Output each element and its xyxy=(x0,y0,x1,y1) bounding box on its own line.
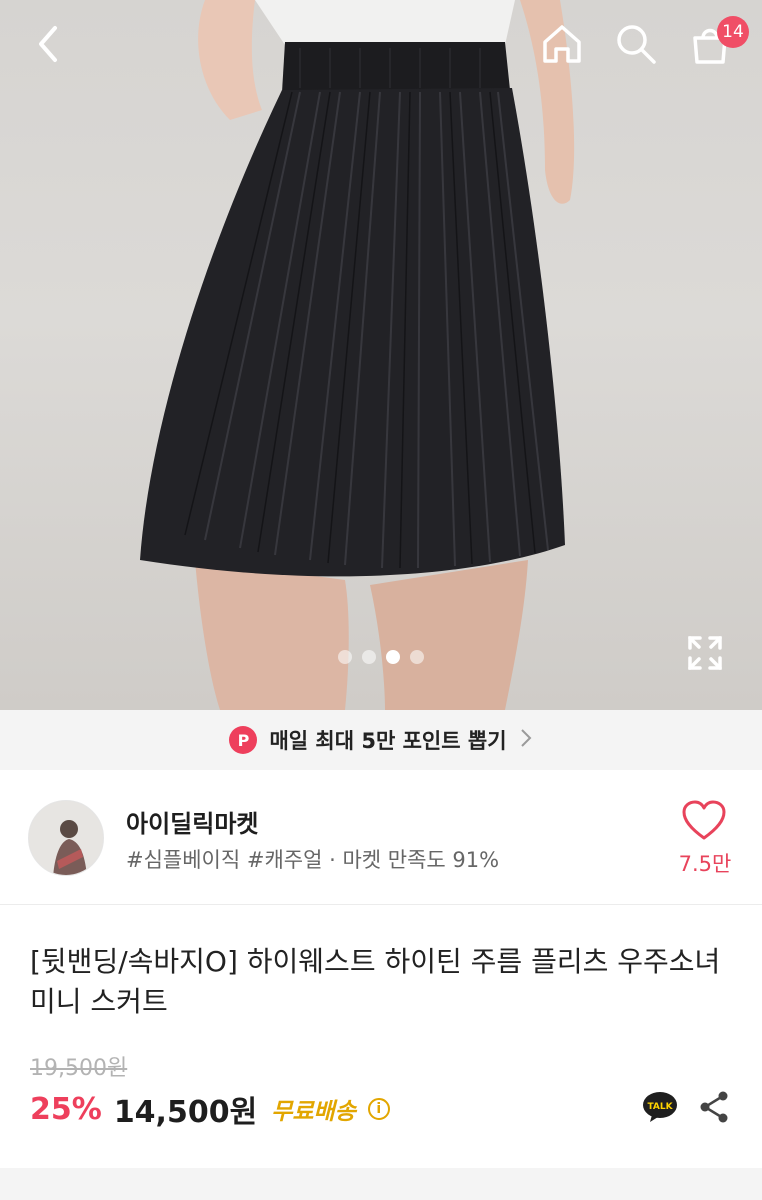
share-button[interactable] xyxy=(696,1089,732,1125)
search-button[interactable] xyxy=(610,18,662,70)
points-banner-text: 매일 최대 5만 포인트 뽑기 xyxy=(269,729,507,753)
product-image[interactable]: 14 xyxy=(0,0,762,710)
skirt-photo xyxy=(140,0,575,710)
shop-tags: #심플베이직 #캐주얼 · 마켓 만족도 91% xyxy=(126,848,500,872)
back-button[interactable] xyxy=(22,18,74,70)
home-icon xyxy=(543,25,581,63)
heart-icon xyxy=(682,800,726,840)
cart-count-badge: 14 xyxy=(717,16,749,48)
chevron-right-icon xyxy=(519,727,533,754)
sale-price: 14,500원 xyxy=(113,1095,258,1130)
like-count: 7.5만 xyxy=(678,852,732,876)
gallery-dot[interactable] xyxy=(338,650,352,664)
discount-rate: 25% xyxy=(30,1091,102,1127)
home-button[interactable] xyxy=(536,18,588,70)
gallery-indicator xyxy=(338,650,424,664)
like-button[interactable] xyxy=(680,798,728,842)
shop-avatar[interactable] xyxy=(28,800,104,876)
points-icon: P xyxy=(229,726,258,754)
free-shipping-label: 무료배송 xyxy=(271,1099,356,1125)
talk-label: TALK xyxy=(647,1102,673,1112)
product-title: [뒷밴딩/속바지O] 하이웨스트 하이틴 주름 플리츠 우주소녀 미니 스커트 xyxy=(30,945,721,1018)
points-event-banner[interactable]: P 매일 최대 5만 포인트 뽑기 xyxy=(0,710,762,770)
talk-icon: TALK xyxy=(643,1092,677,1122)
shop-info: 아이딜릭마켓 #심플베이직 #캐주얼 · 마켓 만족도 91% 7.5만 xyxy=(0,770,762,905)
gallery-dot[interactable] xyxy=(410,650,424,664)
search-icon xyxy=(617,25,656,64)
expand-icon xyxy=(688,636,722,670)
kakao-talk-button[interactable]: TALK xyxy=(642,1090,678,1124)
share-icon xyxy=(700,1091,728,1123)
info-icon[interactable]: i xyxy=(367,1098,390,1120)
shop-name[interactable]: 아이딜릭마켓 xyxy=(126,804,258,839)
price-row: 25% 14,500원 무료배송 i xyxy=(30,1087,390,1131)
chevron-left-icon xyxy=(39,26,57,62)
section-divider xyxy=(0,1168,762,1200)
fullscreen-button[interactable] xyxy=(684,632,726,674)
gallery-dot[interactable] xyxy=(362,650,376,664)
original-price: 19,500원 xyxy=(30,1056,128,1081)
gallery-dot-active[interactable] xyxy=(386,650,400,664)
